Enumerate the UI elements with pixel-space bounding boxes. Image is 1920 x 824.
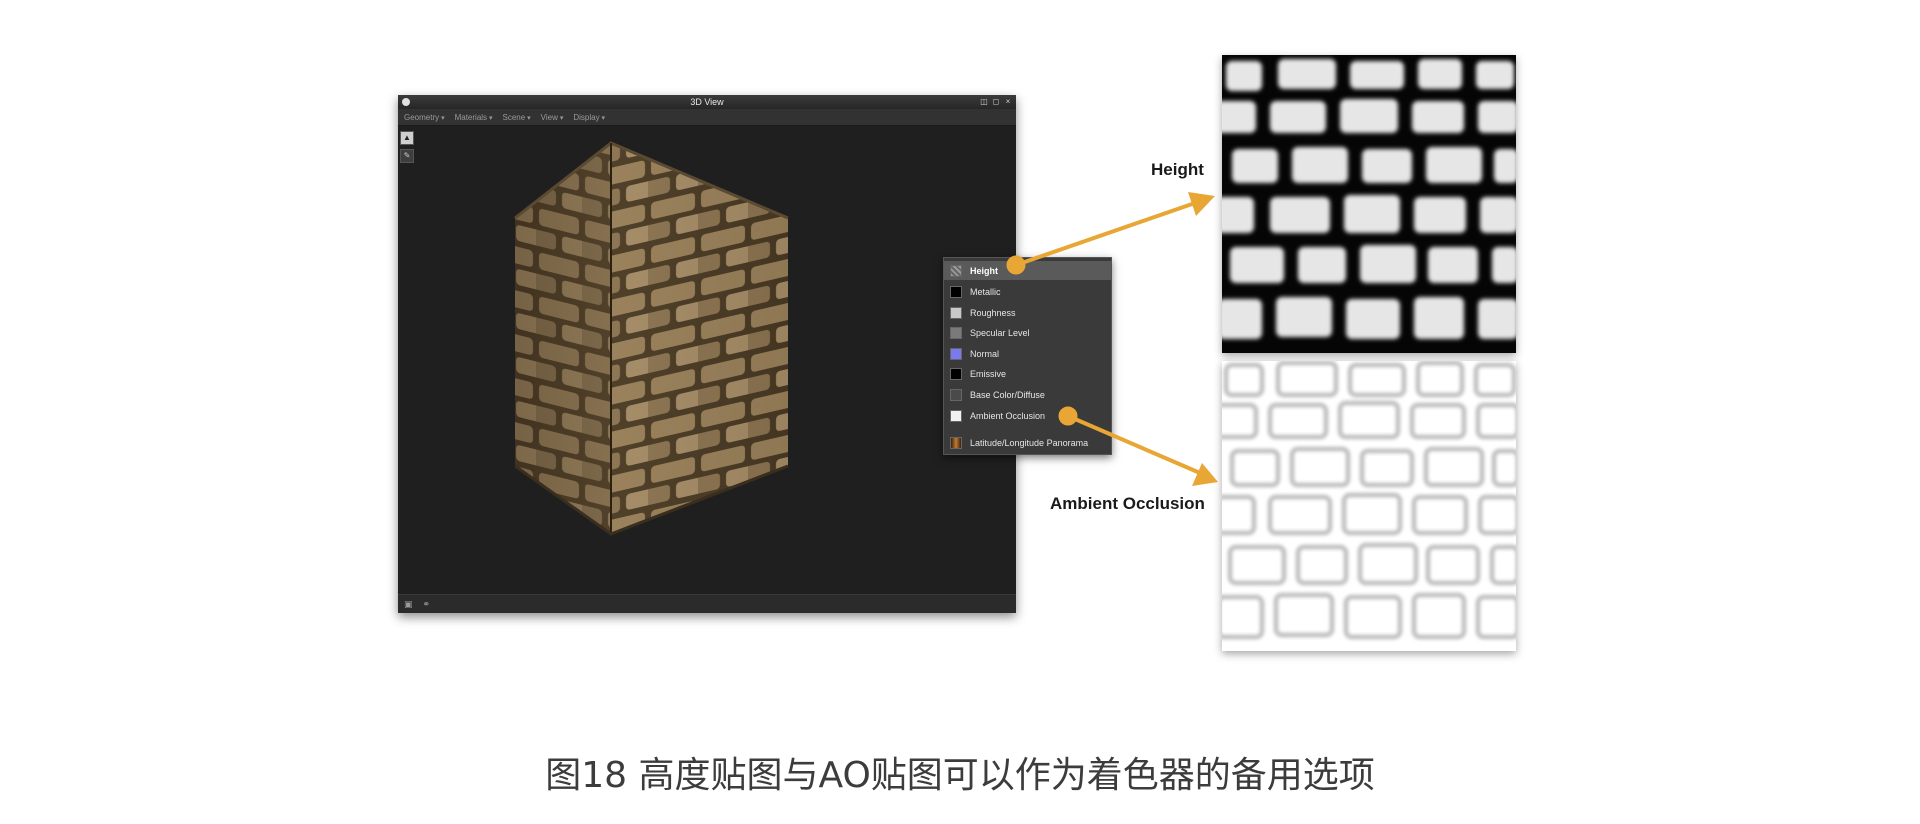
callout-arrows [1006,192,1218,486]
ao-arrowhead [1192,463,1218,486]
ao-arrow-line [1067,414,1201,475]
figure: 3D View ◫ ◻ × Geometry Materials Scene V… [0,0,1920,824]
height-arrow-line [1015,201,1196,267]
figure-caption: 图18 高度贴图与AO贴图可以作为着色器的备用选项 [545,755,1375,796]
height-arrowhead [1188,192,1215,216]
